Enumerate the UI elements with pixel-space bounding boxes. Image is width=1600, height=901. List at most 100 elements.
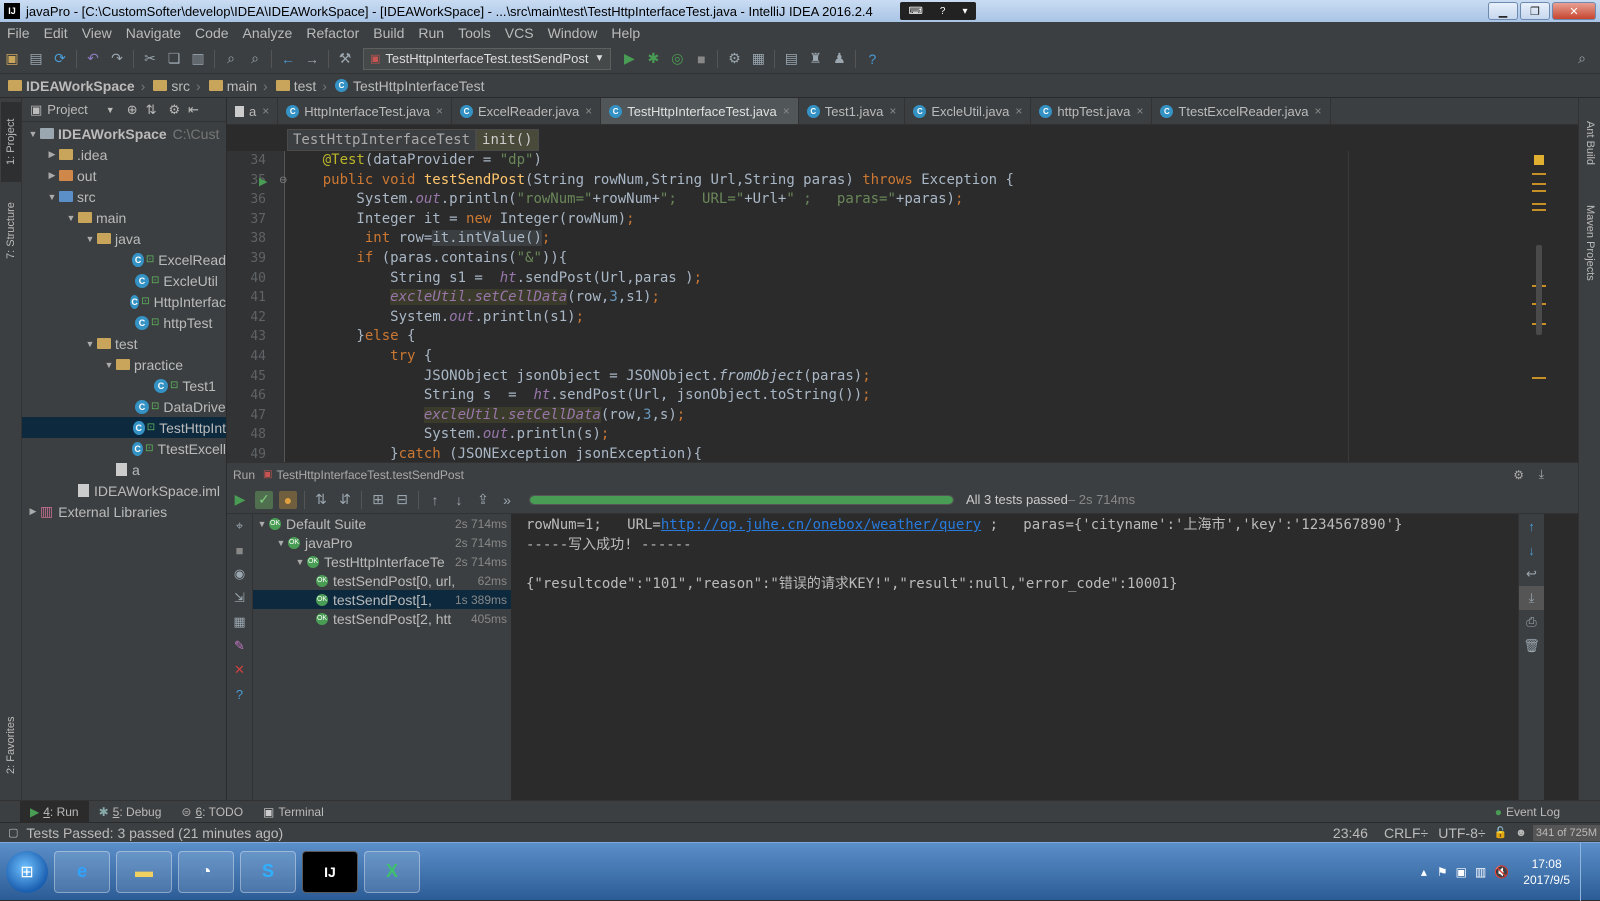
fold-icon[interactable]: ⊖ <box>279 175 287 186</box>
project-tree-item[interactable]: ▼ practice <box>22 354 226 375</box>
breadcrumb-class[interactable]: TestHttpInterfaceTest <box>287 128 477 151</box>
print-icon[interactable]: ⎙ <box>1519 610 1544 634</box>
run-test-gutter-icon[interactable]: ▶ <box>259 175 267 188</box>
test-tree-item[interactable]: ▼ OK Default Suite 2s 714ms <box>253 514 511 533</box>
project-tree-item[interactable]: ▶ ▥ External Libraries <box>22 501 226 522</box>
expanded-arrow-icon[interactable]: ▼ <box>83 234 97 244</box>
sort-alpha-icon[interactable]: ⇅ <box>312 491 330 509</box>
error-stripe-mark[interactable] <box>1532 203 1546 205</box>
device-icon[interactable]: ▣ <box>1456 865 1467 879</box>
menu-window[interactable]: Window <box>541 25 605 41</box>
analysis-status-icon[interactable] <box>1534 155 1544 165</box>
project-structure-icon[interactable]: ▦ <box>749 50 767 68</box>
collapse-all-icon[interactable]: ⇅ <box>146 102 157 118</box>
test-tree-item[interactable]: OK testSendPost[0, url, 62ms <box>253 571 511 590</box>
expanded-arrow-icon[interactable]: ▼ <box>274 538 288 548</box>
expand-all-icon[interactable]: ⊞ <box>369 491 387 509</box>
editor-tab[interactable]: C TestHttpInterfaceTest.java × <box>601 98 799 124</box>
next-failed-icon[interactable]: ↓ <box>450 491 468 509</box>
plugin-icon[interactable]: ♜ <box>806 50 824 68</box>
minimize-button[interactable]: ▁ <box>1488 2 1518 20</box>
show-passed-icon[interactable]: ✓ <box>255 490 273 509</box>
previous-failed-icon[interactable]: ↑ <box>426 491 444 509</box>
expanded-arrow-icon[interactable]: ▼ <box>26 129 40 139</box>
help-icon[interactable]: ? <box>227 682 252 706</box>
console-output[interactable]: rowNum=1; URL=http://op.juhe.cn/onebox/w… <box>512 514 1518 800</box>
project-tree-item[interactable]: IDEAWorkSpace.iml <box>22 480 226 501</box>
project-tree-item[interactable]: ▼ java <box>22 228 226 249</box>
gear-icon[interactable]: ⚙ <box>1513 468 1524 482</box>
clear-all-icon[interactable]: 🗑 <box>1519 634 1544 658</box>
test-tree-item[interactable]: OK testSendPost[1, 1s 389ms <box>253 590 511 609</box>
project-tree-item[interactable]: C ⊡ DataDrive <box>22 396 226 417</box>
show-hidden-icons[interactable]: ▴ <box>1421 865 1427 879</box>
nav-crumb[interactable]: test › <box>275 78 327 94</box>
maximize-button[interactable]: ❐ <box>1520 2 1550 20</box>
find-icon[interactable]: ⌕ <box>222 50 240 68</box>
editor-tab[interactable]: a × <box>227 98 279 124</box>
volume-icon[interactable]: 🔇 <box>1494 865 1509 879</box>
search-everywhere-icon[interactable]: ⌕ <box>1573 50 1591 68</box>
cut-icon[interactable]: ✂ <box>141 50 159 68</box>
lock-icon[interactable]: 🔓 <box>1494 826 1508 839</box>
expanded-arrow-icon[interactable]: ▼ <box>64 213 78 223</box>
bottom-tab-debug[interactable]: ✱ 5: Debug <box>89 801 172 823</box>
chevron-down-icon[interactable]: ▾ <box>962 6 967 17</box>
close-tab-icon[interactable]: × <box>1015 104 1022 118</box>
menu-help[interactable]: Help <box>604 25 647 41</box>
scroll-to-end-icon[interactable]: ⤓ <box>1519 586 1544 610</box>
copy-icon[interactable]: ❏ <box>165 50 183 68</box>
soft-wrap-icon[interactable]: ↩ <box>1519 562 1544 586</box>
project-tree-item[interactable]: C ⊡ httpTest <box>22 312 226 333</box>
status-message[interactable]: Tests Passed: 3 passed (21 minutes ago) <box>26 825 283 841</box>
bottom-tab-todo[interactable]: ⊜ 6: TODO <box>171 801 253 823</box>
test-tree-item[interactable]: ▼ OK TestHttpInterfaceTe 2s 714ms <box>253 552 511 571</box>
close-icon[interactable]: ✕ <box>227 658 252 682</box>
caret-position[interactable]: 23:46 <box>1333 825 1368 841</box>
flag-icon[interactable]: ⚑ <box>1437 865 1448 879</box>
close-tab-icon[interactable]: × <box>1136 104 1143 118</box>
stop-icon[interactable]: ■ <box>227 538 252 562</box>
build-icon[interactable]: ⚒ <box>336 50 354 68</box>
close-tab-icon[interactable]: × <box>436 104 443 118</box>
collapsed-arrow-icon[interactable]: ▶ <box>26 506 40 517</box>
hide-panel-icon[interactable]: ⇤ <box>188 102 199 118</box>
show-desktop-button[interactable] <box>1580 843 1592 901</box>
status-toggle-icon[interactable]: ▢ <box>8 826 18 839</box>
menu-run[interactable]: Run <box>411 25 451 41</box>
close-tab-icon[interactable]: × <box>1314 104 1321 118</box>
layout-icon[interactable]: ▦ <box>227 610 252 634</box>
expanded-arrow-icon[interactable]: ▼ <box>83 339 97 349</box>
project-tree-item[interactable]: C ⊡ ExcleUtil <box>22 270 226 291</box>
line-separator[interactable]: CRLF <box>1384 825 1421 841</box>
console-url-link[interactable]: http://op.juhe.cn/onebox/weather/query <box>661 517 981 533</box>
sdk-icon[interactable]: ▤ <box>782 50 800 68</box>
run-icon[interactable]: ▶ <box>620 50 638 68</box>
project-tree-item[interactable]: ▼ main <box>22 207 226 228</box>
forward-icon[interactable]: → <box>303 50 321 68</box>
excel-taskbar-icon[interactable]: X <box>364 850 420 893</box>
editor-tab[interactable]: C TtestExcelReader.java × <box>1152 98 1331 124</box>
close-button[interactable]: ✕ <box>1552 2 1596 20</box>
import-tests-icon[interactable]: ⇲ <box>227 586 252 610</box>
project-view-select[interactable]: Project <box>47 102 87 117</box>
code-area[interactable]: @Test(dataProvider = "dp") public void t… <box>289 151 1349 462</box>
open-folder-icon[interactable]: ▣ <box>3 50 21 68</box>
skype-taskbar-icon[interactable]: S <box>240 850 296 893</box>
error-stripe-mark[interactable] <box>1532 183 1546 185</box>
back-icon[interactable]: ← <box>279 50 297 68</box>
error-stripe-mark[interactable] <box>1532 377 1546 379</box>
close-tab-icon[interactable]: × <box>889 104 896 118</box>
hector-icon[interactable]: ☻ <box>1515 827 1527 839</box>
expanded-arrow-icon[interactable]: ▼ <box>102 360 116 370</box>
show-ignored-icon[interactable]: ● <box>279 490 297 509</box>
gear-icon[interactable]: ⚙ <box>169 102 181 118</box>
menu-view[interactable]: View <box>75 25 119 41</box>
more-actions-icon[interactable]: » <box>498 491 516 509</box>
pin-icon[interactable]: ⌖ <box>227 514 252 538</box>
maven-projects-tool-tab[interactable]: Maven Projects <box>1580 193 1600 293</box>
undo-icon[interactable]: ↶ <box>84 50 102 68</box>
qq-taskbar-icon[interactable]: ◔ <box>178 850 234 893</box>
save-icon[interactable]: ▤ <box>27 50 45 68</box>
file-encoding[interactable]: UTF-8 <box>1438 825 1478 841</box>
